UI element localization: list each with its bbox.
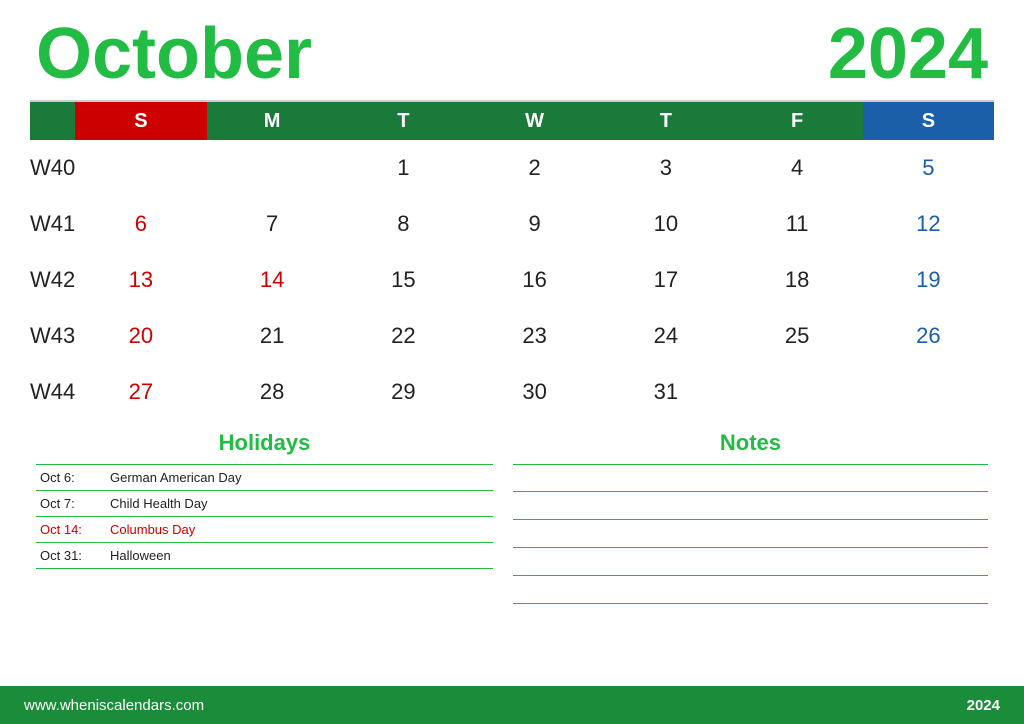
calendar-day: 18 [732, 252, 863, 308]
calendar-day: 3 [600, 140, 731, 196]
calendar-day: 16 [469, 252, 600, 308]
footer: www.wheniscalendars.com 2024 [0, 686, 1024, 724]
calendar-day: 30 [469, 364, 600, 420]
calendar-day: 15 [338, 252, 469, 308]
calendar-day: 26 [863, 308, 994, 364]
calendar-day: 31 [600, 364, 731, 420]
calendar-day [207, 140, 338, 196]
calendar-day: 12 [863, 196, 994, 252]
holiday-name: Columbus Day [106, 517, 493, 543]
week-number: W41 [30, 196, 75, 252]
calendar-wrapper: S M T W T F S W4012345W416789101112W4213… [0, 102, 1024, 420]
holiday-row: Oct 14:Columbus Day [36, 517, 493, 543]
calendar-row: W40 12345 [30, 140, 994, 196]
header-monday: M [207, 102, 338, 140]
calendar-day: 2 [469, 140, 600, 196]
holiday-row: Oct 7:Child Health Day [36, 491, 493, 517]
holiday-list: Oct 6:German American DayOct 7:Child Hea… [36, 464, 493, 569]
note-line[interactable] [513, 492, 988, 520]
calendar-day: 1 [338, 140, 469, 196]
footer-year: 2024 [967, 697, 1000, 714]
week-number: W42 [30, 252, 75, 308]
notes-column: Notes [493, 430, 988, 686]
holiday-name: German American Day [106, 465, 493, 491]
calendar-day [863, 364, 994, 420]
header: October 2024 [0, 0, 1024, 100]
notes-lines [513, 464, 988, 604]
holiday-date: Oct 7: [36, 491, 106, 517]
calendar-day: 17 [600, 252, 731, 308]
holiday-name: Halloween [106, 543, 493, 569]
calendar-day: 9 [469, 196, 600, 252]
calendar-body: W4012345W416789101112W4213141516171819W4… [30, 140, 994, 420]
calendar-table: S M T W T F S W4012345W416789101112W4213… [30, 102, 994, 420]
calendar-day: 27 [75, 364, 206, 420]
header-friday: F [732, 102, 863, 140]
calendar-day: 22 [338, 308, 469, 364]
calendar-row: W442728293031 [30, 364, 994, 420]
holiday-name: Child Health Day [106, 491, 493, 517]
holidays-title: Holidays [36, 430, 493, 456]
calendar-day: 10 [600, 196, 731, 252]
header-tuesday: T [338, 102, 469, 140]
note-line[interactable] [513, 464, 988, 492]
calendar-day: 21 [207, 308, 338, 364]
calendar-day: 28 [207, 364, 338, 420]
calendar-day: 24 [600, 308, 731, 364]
calendar-day [75, 140, 206, 196]
calendar-day: 4 [732, 140, 863, 196]
header-saturday: S [863, 102, 994, 140]
page: October 2024 S M T W T F S W4012345W4167… [0, 0, 1024, 724]
holiday-date: Oct 14: [36, 517, 106, 543]
header-sunday: S [75, 102, 206, 140]
calendar-day: 29 [338, 364, 469, 420]
calendar-day: 5 [863, 140, 994, 196]
calendar-day: 25 [732, 308, 863, 364]
notes-title: Notes [513, 430, 988, 456]
calendar-row: W4213141516171819 [30, 252, 994, 308]
week-num-header [30, 102, 75, 140]
calendar-day: 19 [863, 252, 994, 308]
calendar-day: 14 [207, 252, 338, 308]
holiday-date: Oct 31: [36, 543, 106, 569]
day-header-row: S M T W T F S [30, 102, 994, 140]
calendar-day: 7 [207, 196, 338, 252]
week-number: W44 [30, 364, 75, 420]
calendar-day: 8 [338, 196, 469, 252]
holidays-column: Holidays Oct 6:German American DayOct 7:… [36, 430, 493, 686]
calendar-day: 11 [732, 196, 863, 252]
header-wednesday: W [469, 102, 600, 140]
calendar-day: 20 [75, 308, 206, 364]
calendar-row: W4320212223242526 [30, 308, 994, 364]
calendar-day: 13 [75, 252, 206, 308]
note-line[interactable] [513, 520, 988, 548]
header-thursday: T [600, 102, 731, 140]
footer-url: www.wheniscalendars.com [24, 697, 204, 714]
bottom-section: Holidays Oct 6:German American DayOct 7:… [0, 420, 1024, 686]
month-title: October [36, 18, 312, 90]
week-number: W40 [30, 140, 75, 196]
holiday-row: Oct 6:German American Day [36, 465, 493, 491]
calendar-row: W416789101112 [30, 196, 994, 252]
holiday-date: Oct 6: [36, 465, 106, 491]
note-line[interactable] [513, 548, 988, 576]
week-number: W43 [30, 308, 75, 364]
calendar-day: 23 [469, 308, 600, 364]
year-title: 2024 [828, 18, 988, 90]
note-line[interactable] [513, 576, 988, 604]
calendar-day [732, 364, 863, 420]
calendar-day: 6 [75, 196, 206, 252]
holiday-row: Oct 31:Halloween [36, 543, 493, 569]
